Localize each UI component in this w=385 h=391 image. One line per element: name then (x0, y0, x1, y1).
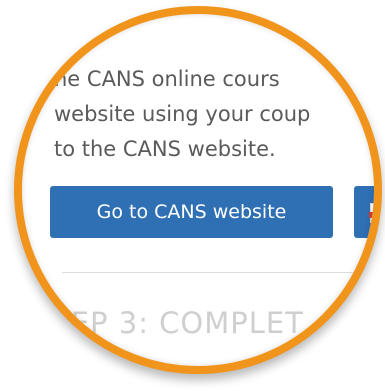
pdf-download-button[interactable] (354, 186, 374, 238)
instruction-line-2: website using your coup (54, 102, 311, 126)
instruction-line-1: he CANS online cours (54, 67, 280, 91)
step-3-heading: TEP 3: COMPLET (52, 306, 304, 340)
instruction-text: he CANS online cours website using your … (54, 62, 374, 167)
instruction-line-3: to the CANS website. (54, 137, 276, 161)
magnifier-lens: he CANS online cours website using your … (14, 6, 382, 374)
pdf-icon (369, 203, 374, 223)
zoomed-content: he CANS online cours website using your … (22, 14, 374, 366)
section-divider (62, 272, 374, 273)
go-to-cans-website-button[interactable]: Go to CANS website (50, 186, 333, 238)
